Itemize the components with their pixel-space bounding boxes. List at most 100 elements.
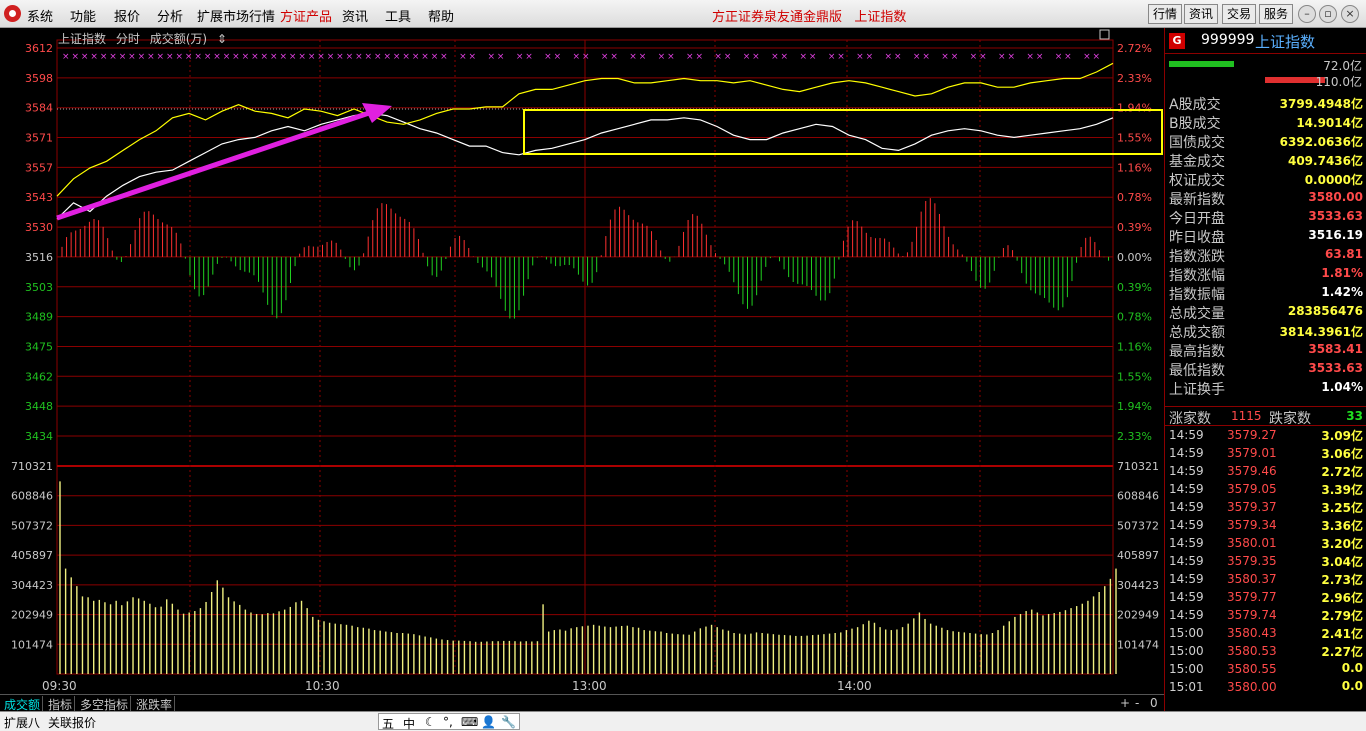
price-tick-left: 3543 <box>25 191 53 204</box>
event-marker: × <box>544 52 552 62</box>
stat-row: 总成交量 283856476 <box>1165 303 1366 322</box>
trade-button[interactable]: 交易 <box>1222 4 1257 24</box>
stat-value: 3814.3961亿 <box>1279 325 1363 339</box>
stat-value: 409.7436亿 <box>1287 154 1363 168</box>
volume-tick-left: 608846 <box>11 490 53 503</box>
down-count: 33 <box>1346 409 1363 423</box>
event-marker: × <box>157 52 165 62</box>
event-marker: × <box>714 52 722 62</box>
trade-price: 3579.05 <box>1227 482 1277 496</box>
stat-value: 14.9014亿 <box>1296 116 1363 130</box>
pct-tick-right: 2.33% <box>1117 72 1152 85</box>
ime-moon-icon[interactable]: ☾ <box>425 715 436 729</box>
quote-button[interactable]: 行情 <box>1148 4 1183 24</box>
price-tick-left: 3557 <box>25 161 53 174</box>
chart-canvas[interactable]: 3612 2.72% 3598 2.33% 3584 1.94% 3571 1.55% 3557… <box>0 28 1164 694</box>
breadth-row: 涨家数 1115 跌家数 33 <box>1165 406 1366 427</box>
volume-tick-right: 304423 <box>1117 579 1159 592</box>
service-button[interactable]: 服务 <box>1259 4 1294 24</box>
trade-price: 3579.35 <box>1227 554 1277 568</box>
event-marker: × <box>866 52 874 62</box>
chart-volume-label[interactable]: 成交额(万) <box>150 32 207 46</box>
trade-row: 14:59 3579.37 3.25亿 <box>1165 498 1366 516</box>
menu-tools[interactable]: 工具 <box>385 6 411 25</box>
ratio-bar-0 <box>1169 61 1234 67</box>
stat-row: 指数涨幅 1.81% <box>1165 265 1366 284</box>
menu-help[interactable]: 帮助 <box>428 6 454 25</box>
trade-row: 14:59 3579.46 2.72亿 <box>1165 462 1366 480</box>
reset-zoom-icon[interactable]: 0 <box>1150 696 1158 710</box>
trade-price: 3580.01 <box>1227 536 1277 550</box>
chart-mode[interactable]: 分时 <box>116 32 140 46</box>
menu-function[interactable]: 功能 <box>70 6 96 25</box>
intraday-chart[interactable]: 3612 2.72% 3598 2.33% 3584 1.94% 3571 1.55% 3557… <box>0 28 1164 694</box>
trade-row: 14:59 3579.27 3.09亿 <box>1165 426 1366 444</box>
menu-founder-products[interactable]: 方证产品 <box>280 6 332 25</box>
news-button[interactable]: 资讯 <box>1184 4 1219 24</box>
zoom-in-icon[interactable]: + <box>1120 696 1130 710</box>
pct-tick-right: 1.94% <box>1117 400 1152 413</box>
time-tick: 14:00 <box>837 679 872 693</box>
event-marker: × <box>573 52 581 62</box>
trade-row: 15:01 3580.00 0.0 <box>1165 678 1366 696</box>
menu-news[interactable]: 资讯 <box>342 6 368 25</box>
status-extended[interactable]: 扩展八 <box>4 714 40 731</box>
ime-chinese[interactable]: 中 <box>403 715 415 731</box>
trade-row: 15:00 3580.53 2.27亿 <box>1165 642 1366 660</box>
event-marker: × <box>497 52 505 62</box>
event-marker: × <box>582 52 590 62</box>
volume-tick-left: 304423 <box>11 579 53 592</box>
trade-price: 3579.01 <box>1227 446 1277 460</box>
event-marker: × <box>402 52 410 62</box>
menu-analysis[interactable]: 分析 <box>157 6 183 25</box>
event-marker: × <box>242 52 250 62</box>
pct-tick-right: 1.94% <box>1117 102 1152 115</box>
event-marker: × <box>658 52 666 62</box>
status-bar: 扩展八 关联报价 五 中 ☾ °, ⌨ 👤 🔧 <box>0 711 1366 731</box>
close-icon[interactable]: × <box>1341 5 1359 23</box>
status-related-quote[interactable]: 关联报价 <box>48 714 96 731</box>
wrench-icon[interactable]: 🔧 <box>501 715 516 729</box>
event-marker: × <box>970 52 978 62</box>
ime-wubi[interactable]: 五 <box>382 715 394 731</box>
menu-extended-market[interactable]: 扩展市场行情 <box>197 6 275 25</box>
ime-toolbar[interactable]: 五 中 ☾ °, ⌨ 👤 🔧 <box>378 713 520 731</box>
trade-price: 3580.53 <box>1227 644 1277 658</box>
stat-row: 总成交额 3814.3961亿 <box>1165 322 1366 341</box>
stat-value: 3583.41 <box>1308 342 1363 356</box>
event-marker: × <box>828 52 836 62</box>
event-marker: × <box>346 52 354 62</box>
event-marker: × <box>298 52 306 62</box>
stat-label: 指数振幅 <box>1169 287 1225 303</box>
event-marker: × <box>837 52 845 62</box>
minimize-icon[interactable]: – <box>1298 5 1316 23</box>
trade-amount: 3.09亿 <box>1321 429 1363 443</box>
pct-tick-right: 0.00% <box>1117 251 1152 264</box>
event-marker: × <box>90 52 98 62</box>
keyboard-icon[interactable]: ⌨ <box>461 715 478 729</box>
trade-price: 3579.74 <box>1227 608 1277 622</box>
up-count: 1115 <box>1231 409 1262 423</box>
annotation-arrow <box>56 109 373 221</box>
event-marker: × <box>885 52 893 62</box>
trade-time: 15:01 <box>1169 680 1204 694</box>
trade-row: 15:00 3580.43 2.41亿 <box>1165 624 1366 642</box>
ratio-value-0: 72.0亿 <box>1323 59 1362 73</box>
event-marker: × <box>1083 52 1091 62</box>
stat-row: 最新指数 3580.00 <box>1165 189 1366 208</box>
trade-price: 3580.00 <box>1227 680 1277 694</box>
event-marker: × <box>185 52 193 62</box>
trade-row: 14:59 3579.35 3.04亿 <box>1165 552 1366 570</box>
sort-icon[interactable]: ⇕ <box>217 32 227 46</box>
chart-expand-icon[interactable] <box>1099 29 1110 40</box>
menu-system[interactable]: 系统 <box>27 6 53 25</box>
event-marker: × <box>109 52 117 62</box>
restore-icon[interactable]: ▫ <box>1319 5 1337 23</box>
trade-amount: 3.06亿 <box>1321 447 1363 461</box>
ratio-value-1: 110.0亿 <box>1315 75 1362 89</box>
zoom-out-icon[interactable]: - <box>1135 696 1139 710</box>
menu-quote[interactable]: 报价 <box>114 6 140 25</box>
trade-time: 14:59 <box>1169 464 1204 478</box>
user-icon[interactable]: 👤 <box>481 715 496 729</box>
ime-punct-icon[interactable]: °, <box>443 715 453 729</box>
